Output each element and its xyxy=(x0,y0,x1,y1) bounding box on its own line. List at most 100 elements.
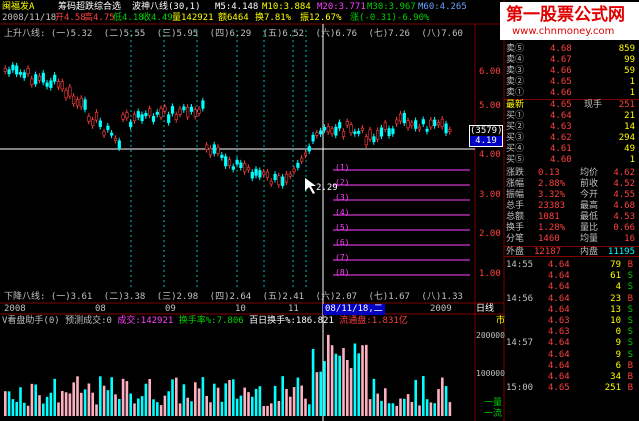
tick-row[interactable]: 4.64 6 B xyxy=(504,360,639,372)
outer-label: 外盘 xyxy=(506,247,525,257)
inout-row[interactable]: 外盘 12187 内盘 11195 xyxy=(504,246,639,257)
period-tab[interactable]: 日线 xyxy=(476,304,494,315)
volume-bar xyxy=(148,378,151,416)
tick-row[interactable]: 4.64 34 B xyxy=(504,371,639,383)
tick-row[interactable]: 14:55 4.64 79 B xyxy=(504,259,639,271)
tick-row[interactable]: 4.64 9 S xyxy=(504,349,639,361)
price-tick-5: 5.00 xyxy=(479,101,501,111)
stat-label: 总手 xyxy=(506,201,525,211)
ma10: M10:3.884 xyxy=(262,2,311,12)
vol-legend-1: 一量 xyxy=(484,398,503,408)
tick-price: 4.64 xyxy=(548,338,570,349)
level-5: (5) xyxy=(335,223,350,232)
candle xyxy=(144,113,148,117)
upper-line-row: 上升八线: (一)5.32 (二)5.55 (三)5.95 (四)6.29 (五… xyxy=(4,29,463,40)
candle xyxy=(113,137,118,141)
ohlc-open: 开4.58 xyxy=(55,13,86,23)
volume-bar xyxy=(368,399,372,416)
buy-level-row[interactable]: 买④ 4.61 49 xyxy=(504,144,639,155)
ohlc-close: 收4.49 xyxy=(142,13,173,23)
sell-level-row[interactable]: 卖② 4.65 1 xyxy=(504,77,639,88)
tick-row[interactable]: 4.64 61 S xyxy=(504,270,639,282)
candle xyxy=(231,166,235,170)
latest-tag: 现手 xyxy=(584,100,603,110)
tick-volume: 13 xyxy=(610,304,621,315)
tick-row[interactable]: 15:00 4.65 251 B xyxy=(504,382,639,394)
turnover-rate: 换手率%:7.806 xyxy=(178,316,244,326)
level-6: (6) xyxy=(335,238,350,247)
stat-value: 23383 xyxy=(538,201,566,211)
tick-volume: 9 xyxy=(615,349,621,360)
stat-row[interactable]: 振幅 3.32% 今开 4.55 xyxy=(504,190,639,201)
stat-label: 涨跌 xyxy=(506,168,525,178)
volume-bar xyxy=(83,389,87,416)
tick-row[interactable]: 14:56 4.64 23 B xyxy=(504,293,639,305)
stat-row[interactable]: 涨跌 0.13 均价 4.62 xyxy=(504,168,639,179)
tick-row[interactable]: 4.63 10 S xyxy=(504,315,639,327)
volume-bar xyxy=(61,391,64,416)
stat-row[interactable]: 总额 1081 最低 4.53 xyxy=(504,212,639,223)
candle xyxy=(117,140,121,149)
volume-bar xyxy=(361,345,364,416)
tick-price: 4.64 xyxy=(548,282,570,293)
stat-label: 振幅 xyxy=(506,190,525,200)
candle xyxy=(136,111,140,118)
volume-bar xyxy=(7,391,11,416)
candle xyxy=(155,111,159,115)
candle xyxy=(436,122,441,126)
inner-value: 11195 xyxy=(607,247,635,257)
candle xyxy=(338,122,342,129)
candle xyxy=(159,108,163,118)
tick-side: B xyxy=(627,372,633,382)
buy-level-row[interactable]: 买⑤ 4.60 1 xyxy=(504,155,639,166)
sell-level-row[interactable]: 卖④ 4.67 99 xyxy=(504,55,639,66)
buy-level-row[interactable]: 买① 4.64 21 xyxy=(504,111,639,122)
latest-label: 最新 xyxy=(506,100,525,110)
ohlc-low: 低4.18 xyxy=(113,13,144,23)
volume-bar xyxy=(209,402,212,416)
tick-row[interactable]: 4.63 0 S xyxy=(504,326,639,338)
volume-panel-label[interactable]: V看盘助手(0) xyxy=(2,316,60,326)
volume-bar xyxy=(258,386,262,416)
stat-row[interactable]: 总手 23383 最高 4.68 xyxy=(504,201,639,212)
sell-volume: 1 xyxy=(629,88,635,98)
volume-bar xyxy=(444,386,448,416)
price-tick-2: 2.00 xyxy=(479,229,501,239)
buy-price: 4.60 xyxy=(550,155,572,165)
price-tick-3: 3.00 xyxy=(479,190,501,200)
tick-volume: 23 xyxy=(610,293,621,304)
tick-side: S xyxy=(627,304,633,315)
volume-bar xyxy=(243,387,246,416)
watermark: 第一股票公式网 www.chnmoney.com xyxy=(500,2,639,40)
tools-label[interactable]: 筹码超跌综合选 xyxy=(58,2,121,13)
stat-row[interactable]: 换手 1.28% 量比 0.66 xyxy=(504,223,639,234)
buy-price: 4.64 xyxy=(550,111,572,121)
tick-side: B xyxy=(627,260,633,270)
volume-bar xyxy=(129,393,132,416)
outer-value: 12187 xyxy=(534,247,562,257)
tick-row[interactable]: 4.64 13 S xyxy=(504,304,639,316)
sell-level-row[interactable]: 卖⑤ 4.68 859 xyxy=(504,44,639,55)
stat-row[interactable]: 涨幅 2.88% 前收 4.52 xyxy=(504,179,639,190)
buy-level-row[interactable]: 买③ 4.62 294 xyxy=(504,133,639,144)
candle xyxy=(341,130,346,137)
latest-volume: 251 xyxy=(618,100,635,110)
sell-volume: 99 xyxy=(624,55,635,65)
price-tick-4: 4.00 xyxy=(479,150,501,160)
tick-row[interactable]: 4.64 4 S xyxy=(504,281,639,293)
candle xyxy=(406,120,410,129)
sell-level-row[interactable]: 卖③ 4.66 59 xyxy=(504,66,639,77)
stat-row[interactable]: 分笔 1460 均量 16 xyxy=(504,234,639,245)
stock-name[interactable]: 闽福发A xyxy=(2,2,34,13)
buy-level-row[interactable]: 买② 4.63 14 xyxy=(504,122,639,133)
volume-bar xyxy=(441,377,444,416)
candle xyxy=(288,173,292,177)
sell-level-row[interactable]: 卖① 4.66 1 xyxy=(504,88,639,99)
volume-bar xyxy=(72,382,75,416)
volume-bar xyxy=(68,393,72,416)
tick-row[interactable]: 14:57 4.64 9 S xyxy=(504,337,639,349)
volume-bar xyxy=(163,395,167,416)
candle xyxy=(368,129,372,140)
latest-row[interactable]: 最新 4.65 现手 251 xyxy=(504,99,639,110)
candle xyxy=(163,106,167,112)
